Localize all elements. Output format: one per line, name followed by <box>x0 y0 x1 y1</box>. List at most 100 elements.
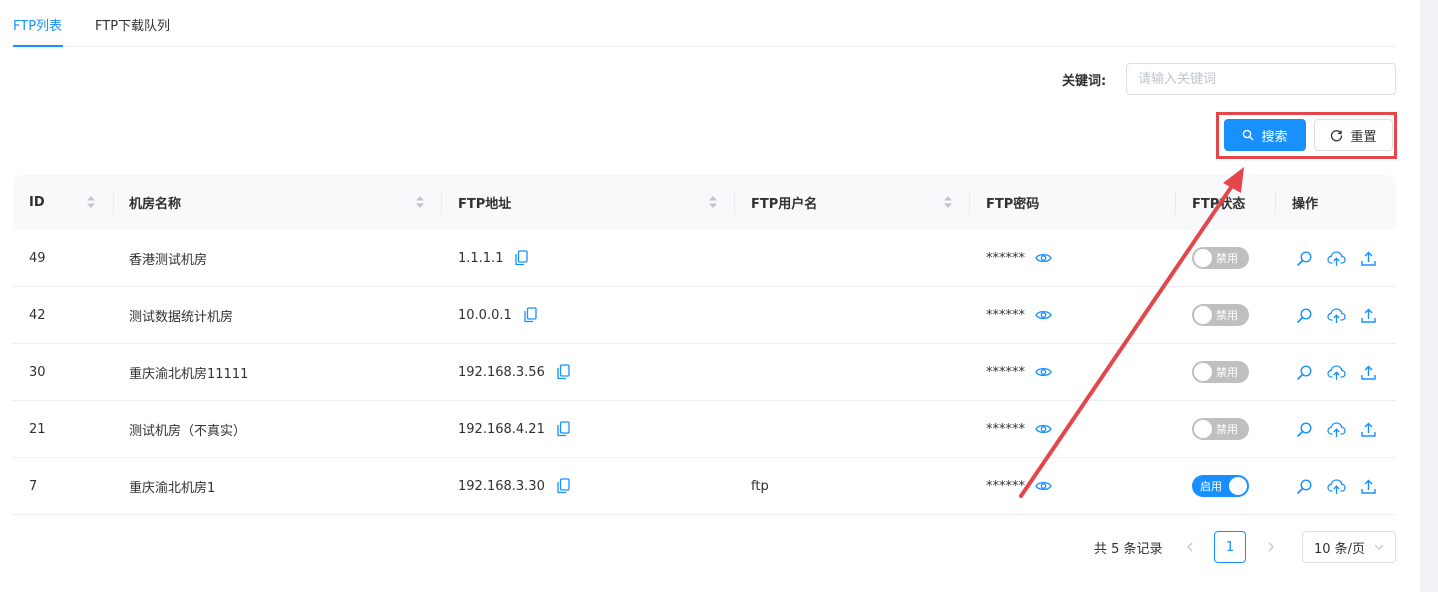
tab-ftp-download-queue[interactable]: FTP下载队列 <box>95 15 170 34</box>
status-toggle[interactable]: 禁用 <box>1192 361 1249 383</box>
copy-icon[interactable] <box>524 307 537 323</box>
upload-icon[interactable] <box>1360 307 1377 324</box>
cell-room-name: 香港测试机房 <box>129 252 208 268</box>
upload-icon[interactable] <box>1360 478 1377 495</box>
status-toggle-knob <box>1194 420 1212 438</box>
ftp-table: ID 机房名称 FTP地址 FTP用户名 FTP密码 FTP状态 操作 49 香… <box>13 175 1396 515</box>
column-separator <box>1275 190 1276 215</box>
tab-ftp-list[interactable]: FTP列表 <box>13 15 62 34</box>
tab-active-indicator <box>13 45 63 47</box>
column-header-id: ID <box>29 195 45 210</box>
copy-icon[interactable] <box>515 250 529 266</box>
status-toggle[interactable]: 禁用 <box>1192 247 1249 269</box>
table-row: 42 测试数据统计机房 10.0.0.1 ****** 禁用 <box>13 287 1396 344</box>
cell-ftp-address: 192.168.3.30 <box>458 458 570 514</box>
ftp-address-text: 192.168.3.30 <box>458 478 545 494</box>
table-body: 49 香港测试机房 1.1.1.1 ****** 禁用 42 测试数据统计机房 … <box>13 230 1396 515</box>
magnify-icon[interactable] <box>1296 478 1313 495</box>
cell-room-name: 测试机房（不真实） <box>129 423 247 439</box>
cell-room-name: 重庆渝北机房11111 <box>129 366 249 382</box>
column-separator <box>969 190 970 215</box>
status-toggle-label: 禁用 <box>1216 252 1238 265</box>
search-icon <box>1242 129 1254 141</box>
status-toggle-label: 禁用 <box>1216 423 1238 436</box>
eye-icon[interactable] <box>1035 366 1052 378</box>
column-header-ftp-status: FTP状态 <box>1192 197 1246 212</box>
status-toggle-knob <box>1194 249 1212 267</box>
column-separator <box>1175 190 1176 215</box>
page-scrollbar[interactable] <box>1420 0 1438 592</box>
search-button[interactable]: 搜索 <box>1224 119 1306 151</box>
upload-icon[interactable] <box>1360 250 1377 267</box>
sort-caret-icon[interactable] <box>708 195 718 213</box>
upload-icon[interactable] <box>1360 421 1377 438</box>
copy-icon[interactable] <box>557 478 570 494</box>
chevron-down-icon <box>1373 541 1385 557</box>
cell-actions <box>1296 344 1377 400</box>
ftp-address-text: 1.1.1.1 <box>458 250 504 266</box>
ftp-address-text: 10.0.0.1 <box>458 307 512 323</box>
cell-room-name: 测试数据统计机房 <box>129 309 234 325</box>
status-toggle-knob <box>1194 363 1212 381</box>
upload-icon[interactable] <box>1360 364 1377 381</box>
table-row: 7 重庆渝北机房1 192.168.3.30 ftp ****** 启用 <box>13 458 1396 515</box>
copy-icon[interactable] <box>557 421 570 437</box>
cell-ftp-address: 192.168.3.56 <box>458 344 570 400</box>
status-toggle-knob <box>1229 477 1247 495</box>
keyword-label: 关键词: <box>1062 74 1107 89</box>
pagination-page-1[interactable]: 1 <box>1214 531 1246 563</box>
cloud-upload-icon[interactable] <box>1327 307 1346 324</box>
magnify-icon[interactable] <box>1296 250 1313 267</box>
cloud-upload-icon[interactable] <box>1327 478 1346 495</box>
refresh-icon <box>1330 129 1343 142</box>
copy-icon[interactable] <box>557 364 570 380</box>
column-separator <box>441 190 442 215</box>
sort-caret-icon[interactable] <box>86 195 96 213</box>
table-row: 21 测试机房（不真实） 192.168.4.21 ****** 禁用 <box>13 401 1396 458</box>
cell-id: 42 <box>29 307 46 323</box>
column-separator <box>113 190 114 215</box>
eye-icon[interactable] <box>1035 252 1052 264</box>
sort-caret-icon[interactable] <box>943 195 953 213</box>
cell-ftp-address: 1.1.1.1 <box>458 230 529 286</box>
cloud-upload-icon[interactable] <box>1327 364 1346 381</box>
cloud-upload-icon[interactable] <box>1327 250 1346 267</box>
ftp-password-masked: ****** <box>986 250 1025 266</box>
table-row: 30 重庆渝北机房11111 192.168.3.56 ****** 禁用 <box>13 344 1396 401</box>
eye-icon[interactable] <box>1035 423 1052 435</box>
ftp-address-text: 192.168.4.21 <box>458 421 545 437</box>
reset-button[interactable]: 重置 <box>1314 119 1393 151</box>
magnify-icon[interactable] <box>1296 364 1313 381</box>
keyword-input[interactable] <box>1126 63 1396 95</box>
chevron-left-icon[interactable] <box>1183 540 1197 558</box>
cell-ftp-status: 禁用 <box>1192 230 1249 286</box>
status-toggle-label: 禁用 <box>1216 366 1238 379</box>
cell-id: 21 <box>29 421 46 437</box>
cell-id: 30 <box>29 364 46 380</box>
cell-ftp-status: 禁用 <box>1192 287 1249 343</box>
tab-bar: FTP列表 FTP下载队列 <box>13 0 1396 47</box>
cell-actions <box>1296 287 1377 343</box>
cell-ftp-address: 192.168.4.21 <box>458 401 570 457</box>
cell-actions <box>1296 458 1377 514</box>
status-toggle[interactable]: 禁用 <box>1192 304 1249 326</box>
sort-caret-icon[interactable] <box>415 195 425 213</box>
column-header-ftp-address: FTP地址 <box>458 197 512 212</box>
eye-icon[interactable] <box>1035 309 1052 321</box>
column-header-ftp-username: FTP用户名 <box>751 197 818 212</box>
status-toggle[interactable]: 禁用 <box>1192 418 1249 440</box>
magnify-icon[interactable] <box>1296 307 1313 324</box>
search-button-label: 搜索 <box>1261 129 1288 145</box>
table-header: ID 机房名称 FTP地址 FTP用户名 FTP密码 FTP状态 操作 <box>13 175 1396 230</box>
column-header-ftp-password: FTP密码 <box>986 197 1040 212</box>
page-size-select[interactable]: 10 条/页 <box>1302 531 1396 563</box>
magnify-icon[interactable] <box>1296 421 1313 438</box>
chevron-right-icon[interactable] <box>1264 540 1278 558</box>
cloud-upload-icon[interactable] <box>1327 421 1346 438</box>
cell-ftp-password: ****** <box>986 287 1052 343</box>
column-separator <box>734 190 735 215</box>
status-toggle[interactable]: 启用 <box>1192 475 1249 497</box>
ftp-password-masked: ****** <box>986 421 1025 437</box>
cell-ftp-status: 禁用 <box>1192 344 1249 400</box>
eye-icon[interactable] <box>1035 480 1052 492</box>
